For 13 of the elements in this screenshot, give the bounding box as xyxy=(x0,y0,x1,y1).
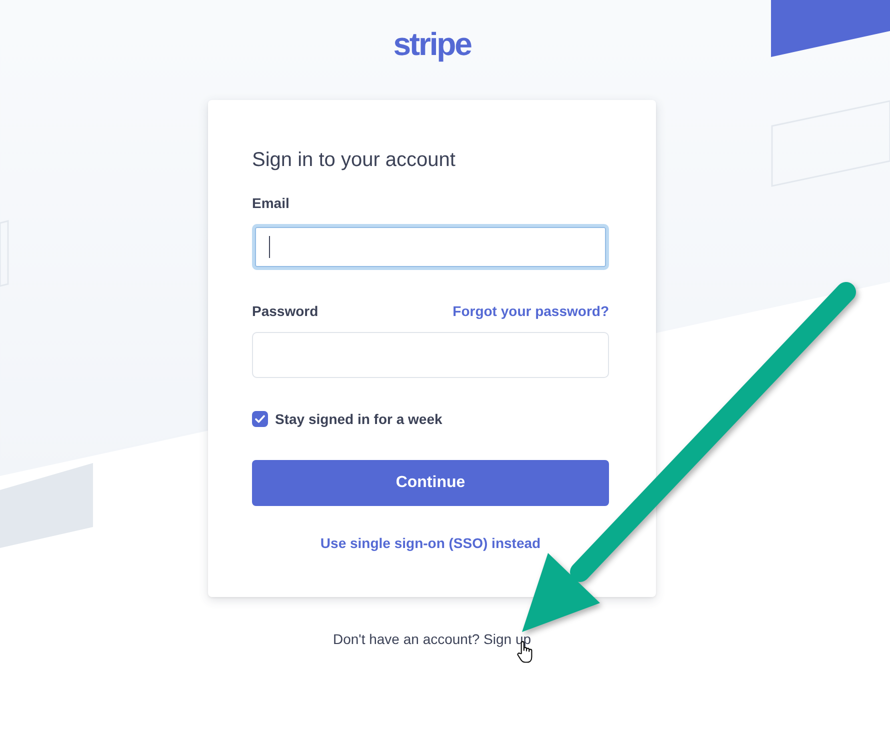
card-title: Sign in to your account xyxy=(252,148,456,173)
input-field[interactable] xyxy=(252,224,609,270)
input-field[interactable] xyxy=(252,332,609,378)
checkmark-icon xyxy=(255,415,265,423)
checkbox[interactable] xyxy=(252,411,268,427)
field-label: Email xyxy=(252,194,290,213)
continue-button[interactable]: Continue xyxy=(252,460,609,506)
sso-link[interactable]: Use single sign-on (SSO) instead xyxy=(320,533,541,553)
forgot-password-link[interactable]: Forgot your password? xyxy=(452,301,609,321)
logo: stripe xyxy=(393,26,471,62)
checkbox-label: Stay signed in for a week xyxy=(275,410,442,429)
field-label: Password xyxy=(252,302,318,321)
text-cursor-icon xyxy=(269,236,270,258)
